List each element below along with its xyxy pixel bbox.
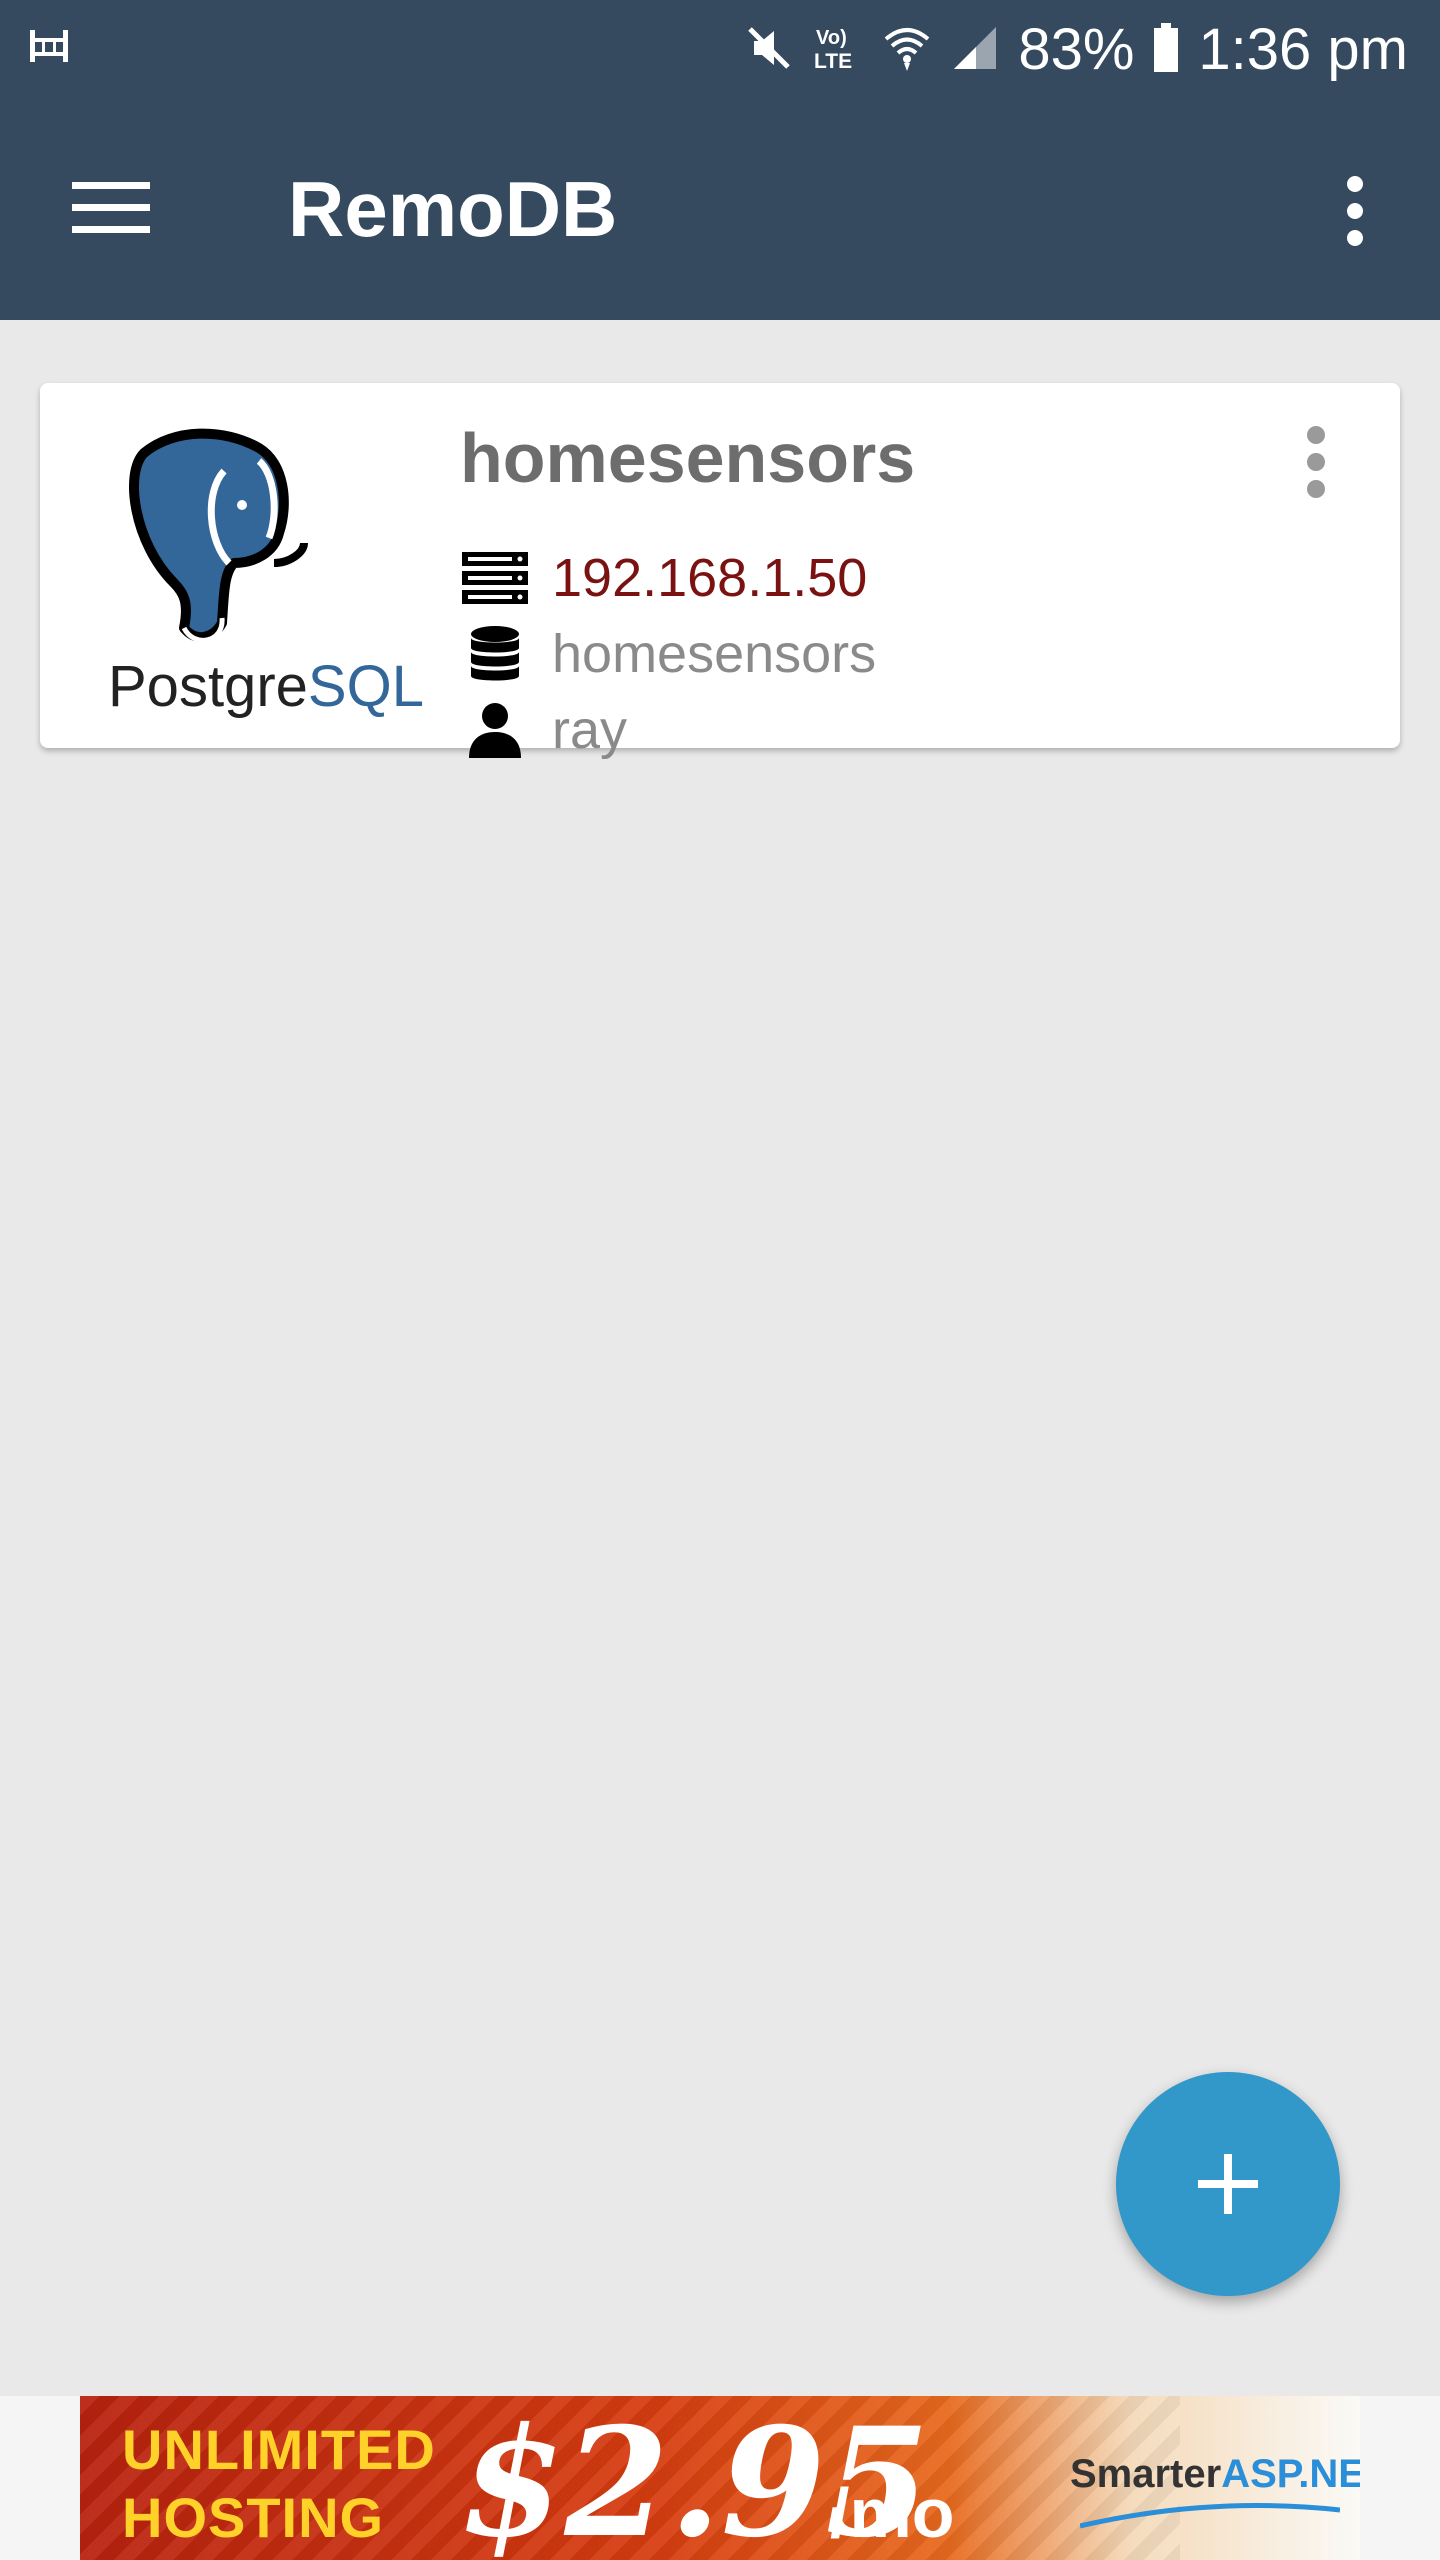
add-connection-button[interactable]: [1116, 2072, 1340, 2296]
battery-icon: [1152, 22, 1180, 78]
signal-icon: [950, 23, 1000, 78]
host-row: 192.168.1.50: [460, 543, 867, 613]
ad-banner[interactable]: UNLIMITED HOSTING $2.95 /mo SmarterASP.N…: [80, 2396, 1360, 2560]
user-icon: [460, 695, 540, 765]
svg-text:Vo): Vo): [816, 27, 847, 49]
volte-icon: Vo) LTE: [812, 22, 864, 79]
server-icon: [460, 543, 540, 613]
ad-brand-swoosh-icon: [1080, 2503, 1340, 2529]
wifi-icon: [882, 23, 932, 78]
ad-line-2: HOSTING: [122, 2486, 385, 2549]
database-row: homesensors: [460, 619, 876, 689]
svg-text:LTE: LTE: [814, 50, 852, 73]
more-vert-icon: [1347, 176, 1363, 246]
user-row: ray: [460, 695, 627, 765]
user-value: ray: [552, 700, 628, 760]
mute-icon: [744, 23, 794, 78]
database-icon: [460, 619, 540, 689]
ad-brand: SmarterASP.NET: [1070, 2452, 1360, 2496]
ad-per-month: /mo: [830, 2474, 955, 2552]
card-overflow-button[interactable]: [1304, 425, 1328, 499]
ad-line-1: UNLIMITED: [122, 2418, 436, 2481]
postgresql-elephant-icon: [129, 428, 308, 643]
battery-percent: 83%: [1018, 17, 1135, 82]
connection-name: homesensors: [460, 419, 916, 497]
host-value: 192.168.1.50: [552, 548, 868, 608]
menu-button[interactable]: [72, 178, 150, 238]
connection-card[interactable]: PostgreSQL homesensors 192.168.1.50 home…: [40, 383, 1400, 760]
status-bar: Vo) LTE 83% 1:36 pm: [0, 0, 1440, 100]
postgresql-logo-text: PostgreSQL: [108, 654, 424, 719]
clock: 1:36 pm: [1198, 17, 1408, 82]
database-value: homesensors: [552, 624, 877, 684]
menu-icon: [72, 182, 150, 233]
overflow-menu-button[interactable]: [1340, 174, 1370, 248]
notification-icon: [28, 26, 70, 71]
plus-icon: [1198, 2154, 1258, 2214]
more-vert-icon: [1307, 426, 1325, 498]
app-bar: RemoDB: [0, 100, 1440, 320]
app-title: RemoDB: [288, 165, 618, 253]
ad-bar: UNLIMITED HOSTING $2.95 /mo SmarterASP.N…: [0, 2396, 1440, 2560]
